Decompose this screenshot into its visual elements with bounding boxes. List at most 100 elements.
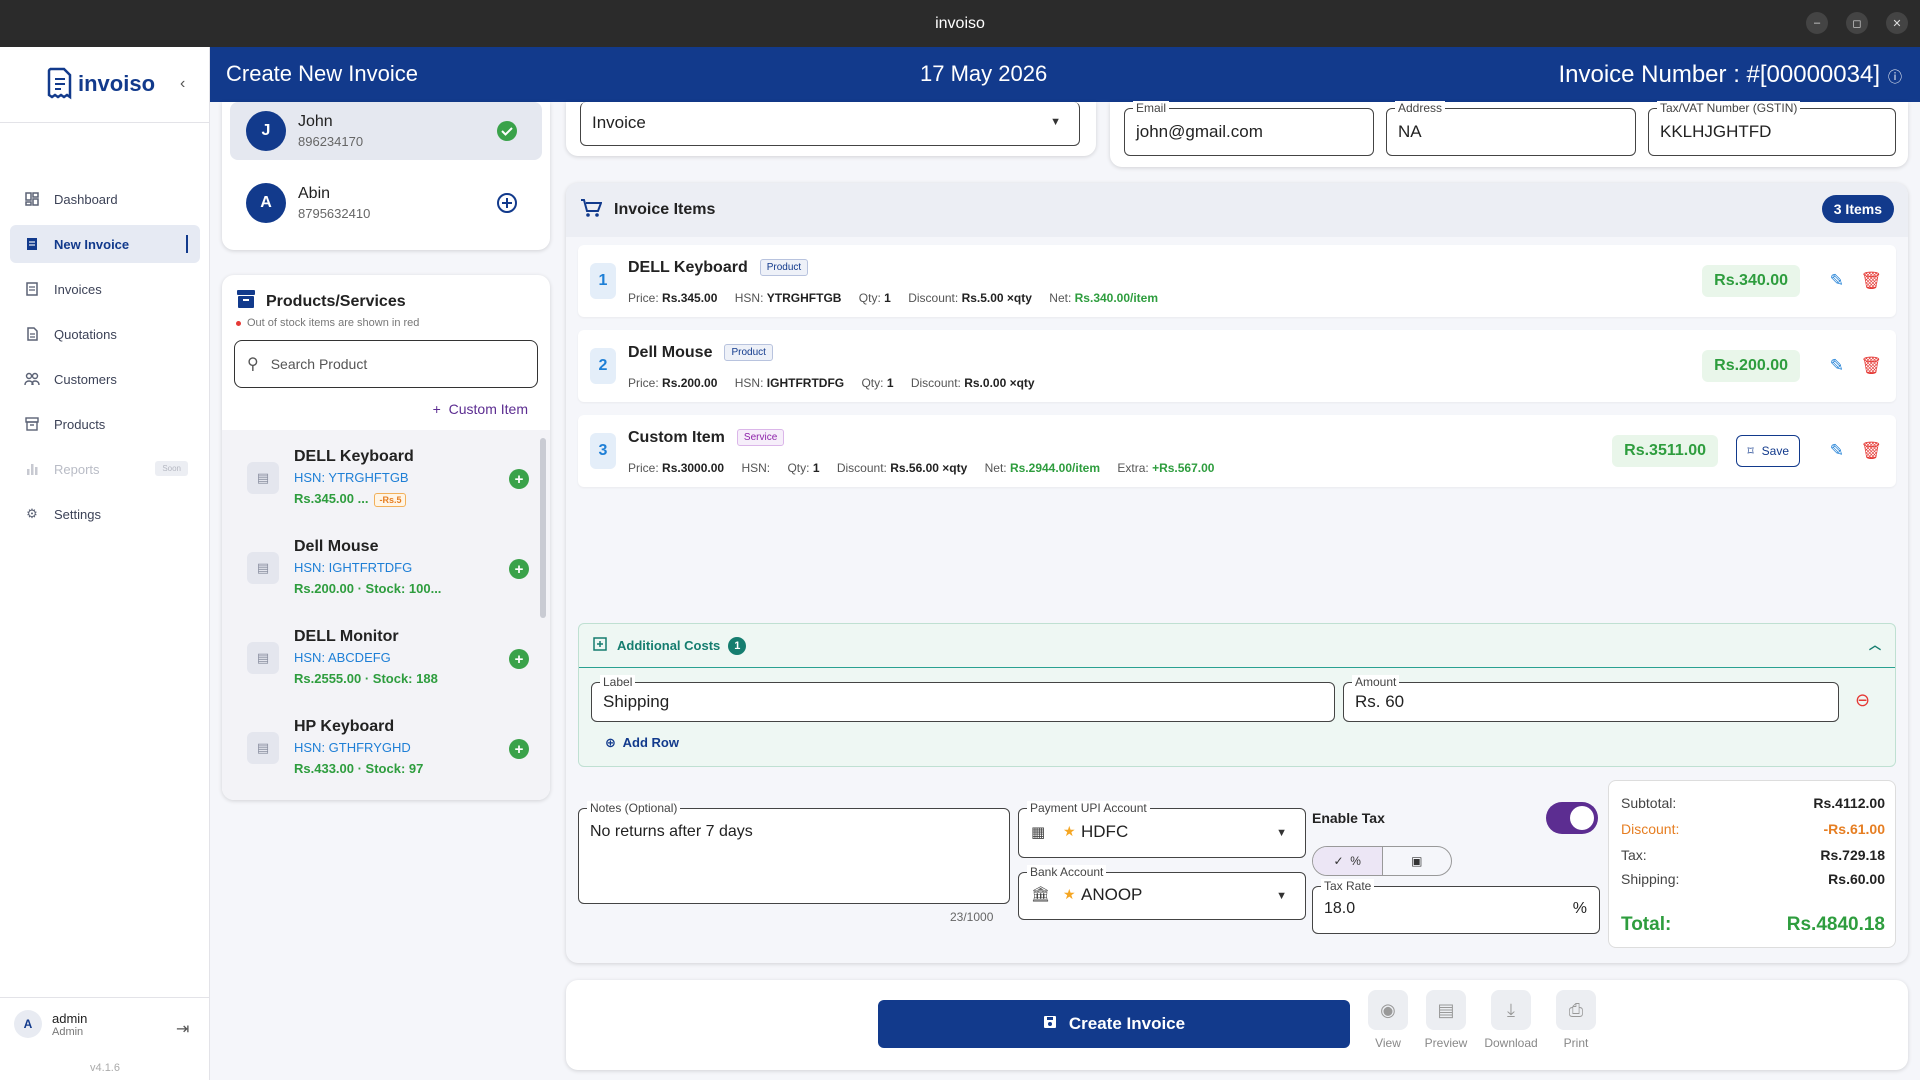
invoice-number: Invoice Number : #[00000034] <box>1558 61 1880 88</box>
minimize-icon[interactable]: – <box>1806 12 1828 34</box>
delete-icon[interactable]: 🗑 <box>1860 356 1882 376</box>
save-item-button[interactable]: ⌑ Save <box>1736 435 1800 467</box>
tax-mode-toggle[interactable]: ✓ % ▣ <box>1312 846 1452 876</box>
qr-code-icon: ▦ <box>1031 824 1046 841</box>
notes-field[interactable]: Notes (Optional) No returns after 7 days <box>578 801 1010 904</box>
view-button[interactable]: ◉ View <box>1358 990 1418 1050</box>
meta-label: HSN: <box>734 376 764 390</box>
cost-amount-field[interactable]: Amount Rs. 60 <box>1343 675 1839 722</box>
star-icon: ★ <box>1063 886 1076 902</box>
delete-icon[interactable]: 🗑 <box>1860 441 1882 461</box>
product-price-text: Rs.345.00 ... <box>294 491 369 506</box>
product-item[interactable]: ▤ HP Keyboard HSN: GTHFRYGHD Rs.433.00 ·… <box>247 712 547 784</box>
maximize-icon[interactable]: ◻ <box>1846 12 1868 34</box>
search-input[interactable]: ⚲ Search Product <box>234 340 538 388</box>
add-product-icon[interactable]: + <box>509 649 529 669</box>
avatar: A <box>14 1010 42 1038</box>
email-field[interactable]: Email john@gmail.com <box>1124 101 1374 156</box>
invoice-type-card: Invoice ▼ <box>566 102 1096 156</box>
item-name-text: Dell Mouse <box>628 344 713 361</box>
invoice-item-row: 1 DELL Keyboard Product Price: Rs.345.00 … <box>578 245 1896 317</box>
sidebar-item-label: Reports <box>54 461 100 477</box>
page-header: Create New Invoice 17 May 2026 Invoice N… <box>210 47 1920 102</box>
customer-details-card: Email john@gmail.com Address NA Tax/VAT … <box>1110 101 1908 167</box>
item-discount: Rs.56.00 ×qty <box>890 461 968 475</box>
tax-mode-calculator[interactable]: ▣ <box>1383 847 1452 875</box>
customer-item[interactable]: A Abin 8795632410 <box>230 174 542 232</box>
enable-tax-label: Enable Tax <box>1312 810 1385 826</box>
additional-costs-header[interactable]: Additional Costs 1 ︿ <box>579 624 1895 668</box>
collapse-sidebar-icon[interactable]: ‹ <box>180 75 185 93</box>
cost-label-field[interactable]: Label Shipping <box>591 675 1335 722</box>
info-icon[interactable]: ⓘ <box>1888 67 1902 87</box>
products-title: Products/Services <box>266 292 406 310</box>
discount-row: Discount: -Rs.61.00 <box>1621 821 1885 837</box>
upi-account-select[interactable]: Payment UPI Account ▦ ★ HDFC ▼ <box>1018 801 1306 858</box>
delete-icon[interactable]: 🗑 <box>1860 271 1882 291</box>
sidebar-item-label: Customers <box>54 371 117 387</box>
scrollbar[interactable] <box>540 438 546 618</box>
enable-tax-toggle[interactable] <box>1546 802 1598 834</box>
tax-number-field[interactable]: Tax/VAT Number (GSTIN) KKLHJGHTFD <box>1648 101 1896 156</box>
product-item[interactable]: ▤ Dell Mouse HSN: IGHTFRTDFG Rs.200.00 ·… <box>247 532 547 604</box>
invoice-item-row: 3 Custom Item Service Price: Rs.3000.00 H… <box>578 415 1896 487</box>
add-product-icon[interactable]: + <box>509 739 529 759</box>
bank-account-select[interactable]: Bank Account 🏛 ★ ANOOP ▼ <box>1018 865 1306 920</box>
quote-icon <box>24 326 40 342</box>
preview-button[interactable]: ▤ Preview <box>1416 990 1476 1050</box>
address-field[interactable]: Address NA <box>1386 101 1636 156</box>
sidebar-item-dashboard[interactable]: Dashboard <box>10 180 200 218</box>
create-invoice-label: Create Invoice <box>1068 1014 1186 1033</box>
field-label: Tax Rate <box>1321 879 1375 893</box>
user-profile[interactable]: A admin Admin <box>14 1010 87 1038</box>
custom-item-button[interactable]: + Custom Item <box>433 401 528 417</box>
customer-phone: 8795632410 <box>298 206 371 221</box>
product-item[interactable]: ▤ DELL Monitor HSN: ABCDEFG Rs.2555.00 ·… <box>247 622 547 694</box>
add-row-button[interactable]: ⊕ Add Row <box>605 735 679 751</box>
product-price: Rs.433.00 · Stock: 97 <box>294 761 424 776</box>
sidebar-item-customers[interactable]: Customers <box>10 360 200 398</box>
sidebar-item-invoices[interactable]: Invoices <box>10 270 200 308</box>
sidebar-item-settings[interactable]: ⚙ Settings <box>10 495 200 533</box>
add-product-icon[interactable]: + <box>509 559 529 579</box>
download-button[interactable]: ⤓ Download <box>1481 990 1541 1050</box>
sidebar-item-quotations[interactable]: Quotations <box>10 315 200 353</box>
edit-icon[interactable]: ✎ <box>1830 356 1844 376</box>
customer-item[interactable]: J John 896234170 <box>230 102 542 160</box>
item-meta: Price: Rs.345.00 HSN: YTRGHFTGB Qty: 1 D… <box>628 291 1172 305</box>
preview-label: Preview <box>1424 1036 1468 1050</box>
tax-mode-percent[interactable]: ✓ % <box>1313 847 1383 875</box>
chart-icon <box>24 461 40 477</box>
invoice-type-select[interactable]: Invoice ▼ <box>580 102 1080 146</box>
edit-icon[interactable]: ✎ <box>1830 441 1844 461</box>
print-button[interactable]: ⎙ Print <box>1546 990 1606 1050</box>
subtotal-row: Subtotal: Rs.4112.00 <box>1621 795 1885 811</box>
logout-icon[interactable]: ⇥ <box>176 1019 189 1039</box>
product-hsn: HSN: YTRGHFTGB <box>294 470 409 485</box>
divider <box>0 122 210 123</box>
char-counter: 23/1000 <box>950 910 994 924</box>
edit-icon[interactable]: ✎ <box>1830 271 1844 291</box>
add-circle-icon[interactable] <box>496 192 518 219</box>
item-name: Dell Mouse Product <box>628 344 773 362</box>
close-icon[interactable]: ✕ <box>1886 12 1908 34</box>
product-box-icon: ▤ <box>247 732 279 764</box>
item-price: Rs.3000.00 <box>662 461 725 475</box>
product-item[interactable]: ▤ DELL Keyboard HSN: YTRGHFTGB Rs.345.00… <box>247 442 547 514</box>
action-bar: Create Invoice ◉ View ▤ Preview ⤓ Downlo… <box>566 980 1908 1070</box>
discount-badge: -Rs.5 <box>374 492 407 507</box>
chevron-up-icon[interactable]: ︿ <box>1869 636 1881 653</box>
stock-note: Out of stock items are shown in red <box>236 317 419 329</box>
item-discount: Rs.0.00 ×qty <box>964 376 1035 390</box>
sidebar-item-new-invoice[interactable]: New Invoice <box>10 225 200 263</box>
remove-circle-icon[interactable]: ⊖ <box>1855 690 1870 711</box>
sidebar-item-label: Dashboard <box>54 191 118 207</box>
meta-label: Price: <box>628 291 659 305</box>
summary-label: Total: <box>1621 914 1672 935</box>
meta-label: Qty: <box>861 376 884 390</box>
create-invoice-button[interactable]: Create Invoice <box>878 1000 1350 1048</box>
add-product-icon[interactable]: + <box>509 469 529 489</box>
sidebar-item-products[interactable]: Products <box>10 405 200 443</box>
tax-rate-field[interactable]: Tax Rate 18.0 % <box>1312 879 1600 934</box>
item-net: Rs.2944.00/item <box>1009 461 1101 475</box>
